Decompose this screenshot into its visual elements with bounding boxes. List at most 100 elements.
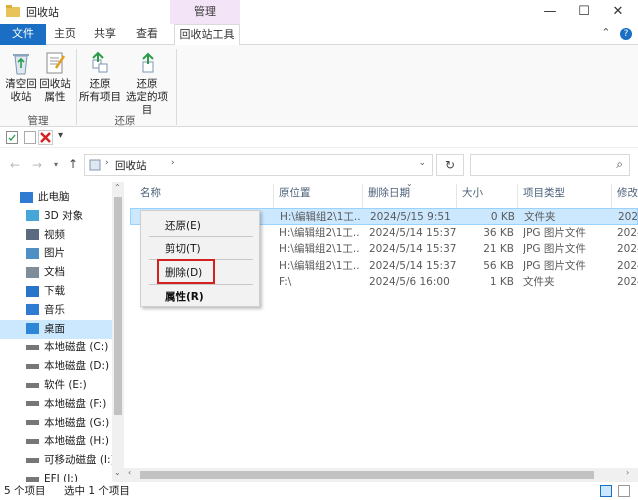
download-icon: [26, 285, 39, 297]
recent-locations-chevron-icon[interactable]: ▾: [54, 160, 58, 169]
column-divider[interactable]: [517, 184, 518, 208]
column-divider[interactable]: [611, 184, 612, 208]
scroll-right-icon[interactable]: ›: [626, 468, 629, 477]
menu-item-cut[interactable]: 剪切(T): [165, 241, 201, 256]
cell-date: 2024/5/6 16:00: [369, 276, 450, 288]
cell-size: 0 KB: [490, 211, 515, 223]
column-header-type[interactable]: 项目类型: [523, 184, 565, 208]
status-bar: 5 个项目 选中 1 个项目: [0, 482, 638, 500]
empty-recycle-bin-button[interactable]: 清空回 收站: [4, 50, 38, 104]
nav-item-label: 本地磁盘 (F:): [44, 397, 107, 410]
nav-item[interactable]: 可移动磁盘 (I:): [0, 451, 112, 470]
nav-item-label: 本地磁盘 (H:): [44, 435, 109, 448]
details-view-icon[interactable]: [600, 485, 612, 497]
menu-item-properties[interactable]: 属性(R): [165, 289, 204, 304]
recycle-bin-title-icon: [6, 5, 20, 17]
tab-home[interactable]: 主页: [50, 24, 80, 45]
horizontal-scrollbar-thumb[interactable]: [140, 471, 594, 479]
nav-item-label: 本地磁盘 (D:): [44, 360, 110, 373]
cell-date: 2024/5/14 15:37: [369, 243, 457, 255]
cell-date: 2024/5/15 9:51: [370, 211, 451, 223]
nav-item[interactable]: 本地磁盘 (H:): [0, 432, 112, 451]
menu-item-delete[interactable]: 删除(D): [165, 265, 202, 280]
nav-item[interactable]: 本地磁盘 (C:): [0, 338, 112, 357]
cell-date: 2024/5/14 15:37: [369, 226, 457, 239]
help-icon[interactable]: ?: [620, 28, 632, 40]
selection-count: 选中 1 个项目: [64, 485, 130, 497]
cell-date: 2024/5/14 15:37: [369, 259, 457, 272]
cell-modified: 2024: [617, 243, 638, 255]
menu-item-restore[interactable]: 还原(E): [165, 218, 201, 233]
group-label-manage: 管理: [27, 115, 49, 127]
nav-item-label: 可移动磁盘 (I:): [44, 454, 112, 467]
tab-recycle-bin-tools[interactable]: 回收站工具: [174, 24, 240, 46]
scroll-up-icon[interactable]: ⌃: [114, 183, 121, 192]
search-input[interactable]: ⌕: [470, 154, 630, 176]
nav-item[interactable]: 下载: [0, 282, 112, 301]
nav-item-label: 此电脑: [38, 191, 70, 203]
forward-arrow-icon[interactable]: →: [32, 158, 42, 172]
cell-type: 文件夹: [523, 276, 555, 288]
video-icon: [26, 229, 39, 241]
column-header-location[interactable]: 原位置: [279, 184, 311, 208]
column-header-modified[interactable]: 修改: [617, 184, 638, 208]
restore-all-button[interactable]: 还原 所有项目: [78, 50, 122, 104]
column-header-name[interactable]: 名称: [140, 184, 161, 208]
large-icons-view-icon[interactable]: [618, 485, 630, 497]
drive-icon: [26, 438, 39, 444]
new-folder-quick-icon[interactable]: [24, 131, 36, 144]
refresh-button[interactable]: ↻: [436, 154, 464, 176]
nav-item[interactable]: 桌面: [0, 319, 112, 339]
pc-icon: [20, 191, 33, 203]
cell-type: JPG 图片文件: [523, 259, 586, 272]
column-header-size[interactable]: 大小: [462, 184, 483, 208]
customize-toolbar-icon[interactable]: ▾: [58, 130, 63, 141]
breadcrumb-chevron-icon[interactable]: ›: [171, 158, 175, 168]
empty-bin-icon: [13, 54, 29, 75]
address-bar[interactable]: › 回收站 › ⌄: [84, 154, 433, 176]
nav-item[interactable]: 本地磁盘 (F:): [0, 395, 112, 414]
nav-item[interactable]: 文档: [0, 263, 112, 282]
close-button[interactable]: ✕: [598, 0, 638, 24]
column-divider[interactable]: [362, 184, 363, 208]
properties-quick-icon[interactable]: [6, 131, 18, 144]
cell-type: 文件夹: [524, 211, 556, 223]
scroll-left-icon[interactable]: ‹: [128, 468, 131, 477]
documents-icon: [26, 266, 39, 278]
address-dropdown-icon[interactable]: ⌄: [418, 158, 426, 168]
up-arrow-icon[interactable]: ↑: [68, 157, 78, 171]
back-arrow-icon[interactable]: ←: [10, 158, 20, 172]
recycle-bin-properties-button[interactable]: 回收站 属性: [38, 50, 72, 104]
tab-share[interactable]: 共享: [90, 24, 120, 45]
nav-scrollbar-thumb[interactable]: [114, 197, 122, 415]
ribbon-controls: ⌃ ?: [601, 26, 632, 40]
nav-item[interactable]: 音乐: [0, 301, 112, 320]
delete-quick-icon[interactable]: [38, 130, 53, 145]
breadcrumb-chevron-icon[interactable]: ›: [105, 158, 109, 168]
nav-item-label: 桌面: [44, 322, 65, 335]
column-header-date-deleted[interactable]: 删除日期: [368, 184, 410, 208]
desktop-icon: [26, 323, 39, 335]
nav-item-label: 本地磁盘 (C:): [44, 341, 109, 354]
restore-selected-button[interactable]: 还原 选定的项目: [122, 50, 172, 117]
refresh-icon: ↻: [444, 158, 456, 172]
column-divider[interactable]: [273, 184, 274, 208]
breadcrumb-location[interactable]: 回收站: [115, 158, 147, 173]
column-divider[interactable]: [456, 184, 457, 208]
nav-item[interactable]: 软件 (E:): [0, 376, 112, 395]
nav-item[interactable]: 此电脑: [0, 188, 112, 207]
3d-objects-icon: [26, 210, 39, 222]
scroll-down-icon[interactable]: ⌄: [114, 468, 121, 477]
collapse-ribbon-icon[interactable]: ⌃: [601, 26, 610, 39]
nav-item[interactable]: 本地磁盘 (D:): [0, 357, 112, 376]
nav-item[interactable]: 图片: [0, 244, 112, 263]
tab-file[interactable]: 文件: [0, 24, 46, 45]
nav-item[interactable]: 3D 对象: [0, 207, 112, 226]
nav-item[interactable]: 本地磁盘 (G:): [0, 414, 112, 433]
nav-item[interactable]: 视频: [0, 226, 112, 245]
cell-modified: 2024: [617, 259, 638, 272]
nav-item-label: 下载: [44, 285, 65, 297]
menu-separator: [149, 236, 253, 237]
tab-view[interactable]: 查看: [132, 24, 162, 45]
restore-all-icon: [92, 51, 108, 73]
